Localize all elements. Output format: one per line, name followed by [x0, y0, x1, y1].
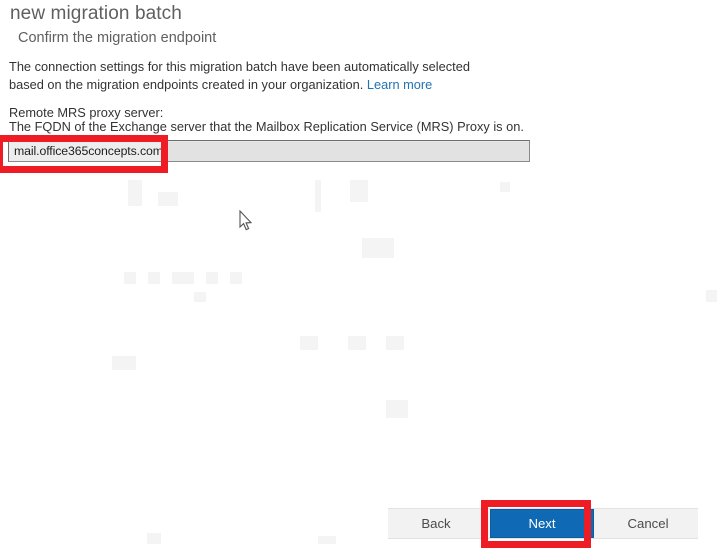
background-artifact	[706, 290, 717, 302]
background-artifact	[300, 336, 318, 350]
background-artifact	[158, 192, 178, 206]
background-artifact	[206, 272, 218, 284]
background-artifact	[172, 272, 194, 284]
remote-mrs-proxy-server-input[interactable]: mail.office365concepts.com	[8, 140, 530, 162]
background-artifact	[194, 292, 206, 302]
page-subtitle: Confirm the migration endpoint	[18, 30, 217, 46]
intro-paragraph: The connection settings for this migrati…	[9, 58, 507, 94]
learn-more-link[interactable]: Learn more	[367, 77, 432, 92]
cancel-button[interactable]: Cancel	[600, 509, 696, 538]
mouse-cursor-icon	[239, 210, 253, 231]
wizard-footer-toolbar: Back Next Cancel	[388, 508, 698, 539]
background-artifact	[386, 336, 404, 350]
background-artifact	[230, 272, 242, 284]
page-title: new migration batch	[10, 3, 182, 24]
remote-mrs-proxy-server-input-value: mail.office365concepts.com	[14, 144, 163, 158]
background-artifact	[112, 356, 136, 370]
remote-mrs-proxy-server-input-text-region[interactable]: mail.office365concepts.com	[9, 141, 166, 161]
background-artifact	[386, 400, 408, 418]
background-artifact	[128, 180, 142, 206]
background-artifact	[318, 536, 336, 544]
background-artifact	[147, 533, 161, 544]
background-artifact	[124, 272, 136, 284]
background-artifact	[315, 180, 321, 212]
background-artifact	[500, 182, 510, 192]
remote-mrs-proxy-server-help-text: The FQDN of the Exchange server that the…	[9, 119, 524, 134]
back-button[interactable]: Back	[388, 509, 484, 538]
background-artifact	[362, 238, 394, 258]
background-artifact	[350, 180, 368, 202]
new-migration-batch-wizard: new migration batch Confirm the migratio…	[0, 0, 717, 548]
background-artifact	[148, 272, 160, 284]
background-artifact	[348, 336, 366, 350]
next-button[interactable]: Next	[490, 509, 594, 538]
